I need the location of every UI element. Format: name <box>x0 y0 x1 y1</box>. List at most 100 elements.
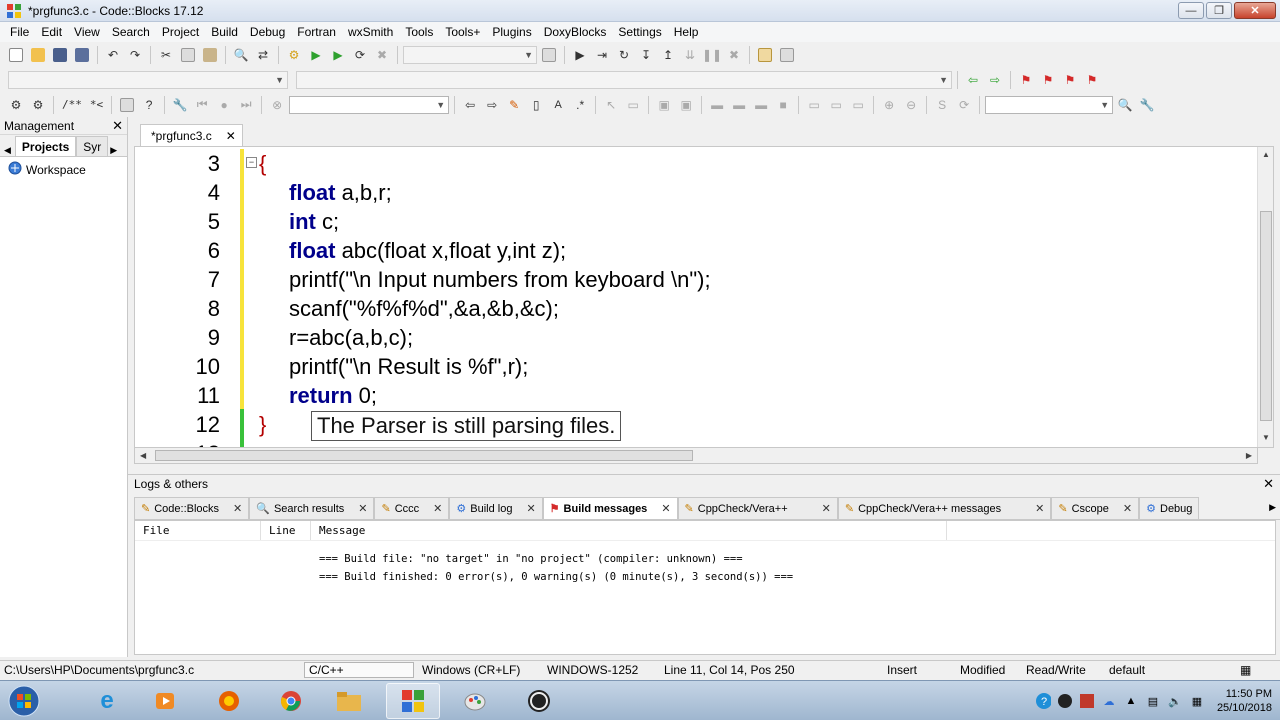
save-icon[interactable] <box>50 45 70 65</box>
symbol-search-combo[interactable]: ▼ <box>985 95 1114 114</box>
close-tab-icon[interactable]: ✕ <box>1035 502 1044 515</box>
management-close-icon[interactable]: ✕ <box>112 118 123 134</box>
volume-icon[interactable]: 🔈 <box>1167 693 1183 709</box>
tree-item-workspace[interactable]: Workspace <box>0 157 127 182</box>
line-comment-button[interactable]: *< <box>87 98 106 111</box>
menu-wxsmith[interactable]: wxSmith <box>342 22 399 42</box>
tab-cppcheck-messages[interactable]: ✎ CppCheck/Vera++ messages ✕ <box>837 497 1052 519</box>
start-button[interactable] <box>4 683 44 719</box>
clear-bookmarks-icon[interactable]: ⚑ <box>1082 70 1102 90</box>
next-line-icon[interactable]: ↻ <box>614 45 634 65</box>
scroll-left-icon[interactable]: ◀ <box>140 451 146 460</box>
tabs-right-arrow-icon[interactable]: ▶ <box>110 145 117 156</box>
tab-prgfunc3[interactable]: *prgfunc3.c ✕ <box>140 124 243 146</box>
fold-toggle-icon[interactable]: − <box>246 157 257 168</box>
replace-icon[interactable]: ⇄ <box>253 45 273 65</box>
chm-icon[interactable]: ? <box>139 95 159 115</box>
menu-plugins[interactable]: Plugins <box>486 22 537 42</box>
symbol-find-icon[interactable]: 🔍 <box>1115 95 1135 115</box>
paste-icon[interactable] <box>200 45 220 65</box>
zoom-in-icon[interactable]: ⊕ <box>879 95 899 115</box>
select-found-icon[interactable]: ▯ <box>526 95 546 115</box>
media-player-icon[interactable] <box>138 683 192 719</box>
block-comment-button[interactable]: /** <box>59 98 85 111</box>
widget-icon-3[interactable]: ▬ <box>707 95 727 115</box>
scroll-up-icon[interactable]: ▲ <box>1262 150 1270 159</box>
save-all-icon[interactable] <box>72 45 92 65</box>
menu-tools-plus[interactable]: Tools+ <box>439 22 486 42</box>
scope-combo[interactable]: ▼ <box>8 70 288 89</box>
close-tab-icon[interactable]: ✕ <box>233 502 242 515</box>
clear-search-icon[interactable]: ⊗ <box>267 95 287 115</box>
scroll-right-icon[interactable]: ▶ <box>1246 451 1252 460</box>
close-tab-icon[interactable]: ✕ <box>358 502 367 515</box>
widget-icon-1[interactable]: ▣ <box>654 95 674 115</box>
paint-icon[interactable] <box>448 683 502 719</box>
jump-forward-icon[interactable]: ⇨ <box>985 70 1005 90</box>
taskbar-clock[interactable]: 11:50 PM 25/10/2018 <box>1217 687 1272 715</box>
undo-icon[interactable]: ↶ <box>103 45 123 65</box>
highlight-icon[interactable]: ✎ <box>504 95 524 115</box>
widget-icon-4[interactable]: ▬ <box>729 95 749 115</box>
restore-button[interactable]: ❐ <box>1206 2 1232 19</box>
step-forward-icon[interactable]: ⏭ <box>236 95 256 115</box>
function-combo[interactable]: ▼ <box>296 70 952 89</box>
menu-help[interactable]: Help <box>668 22 705 42</box>
symbol-s-icon[interactable]: S <box>932 95 952 115</box>
various-info-icon[interactable] <box>777 45 797 65</box>
antivirus-icon[interactable] <box>1079 693 1095 709</box>
column-message[interactable]: Message <box>311 521 947 540</box>
file-explorer-icon[interactable] <box>322 683 376 719</box>
tab-build-log[interactable]: ⚙ Build log ✕ <box>449 497 543 519</box>
debug-windows-icon[interactable] <box>755 45 775 65</box>
close-tab-icon[interactable]: ✕ <box>1123 502 1132 515</box>
editor-horizontal-scrollbar[interactable]: ◀ ▶ <box>134 448 1258 464</box>
abort-icon[interactable]: ✖ <box>372 45 392 65</box>
build-target-combo[interactable]: ▼ <box>403 45 537 64</box>
open-file-icon[interactable] <box>28 45 48 65</box>
widget-icon-5[interactable]: ▬ <box>751 95 771 115</box>
extract-docs-icon[interactable]: ⚙ <box>28 95 48 115</box>
widget-icon-2[interactable]: ▣ <box>676 95 696 115</box>
menu-project[interactable]: Project <box>156 22 205 42</box>
menu-build[interactable]: Build <box>205 22 244 42</box>
menu-settings[interactable]: Settings <box>612 22 667 42</box>
close-tab-icon[interactable]: ✕ <box>661 502 670 515</box>
network-icon[interactable]: ▤ <box>1145 693 1161 709</box>
tab-search-results[interactable]: 🔍 Search results ✕ <box>249 497 375 519</box>
firefox-icon[interactable] <box>202 683 256 719</box>
close-tab-icon[interactable]: ✕ <box>433 502 442 515</box>
search-next-icon[interactable]: ⇨ <box>482 95 502 115</box>
tabs-scroll-right-icon[interactable]: ▶ <box>1269 502 1276 513</box>
pause-icon[interactable]: ❚❚ <box>702 45 722 65</box>
widget-icon-6[interactable]: ■ <box>773 95 793 115</box>
jump-back-icon[interactable]: ⇦ <box>963 70 983 90</box>
next-instruction-icon[interactable]: ⇊ <box>680 45 700 65</box>
incremental-search-input[interactable]: ▼ <box>289 95 450 114</box>
tray-expand-icon[interactable]: ▲ <box>1123 693 1139 709</box>
menu-tools[interactable]: Tools <box>399 22 439 42</box>
select-icon[interactable]: ↖ <box>601 95 621 115</box>
zoom-out-icon[interactable]: ⊖ <box>901 95 921 115</box>
stop-debug-icon[interactable]: ✖ <box>724 45 744 65</box>
search-prev-icon[interactable]: ⇦ <box>460 95 480 115</box>
widget-icon-8[interactable]: ▭ <box>826 95 846 115</box>
rebuild-icon[interactable]: ⟳ <box>350 45 370 65</box>
close-window-button[interactable]: ✕ <box>1234 2 1276 19</box>
static-box-icon[interactable]: ▭ <box>623 95 643 115</box>
scroll-down-icon[interactable]: ▼ <box>1262 433 1270 442</box>
list-item[interactable]: === Build finished: 0 error(s), 0 warnin… <box>319 571 793 583</box>
redo-icon[interactable]: ↷ <box>125 45 145 65</box>
column-line[interactable]: Line <box>261 521 311 540</box>
widget-icon-7[interactable]: ▭ <box>804 95 824 115</box>
refresh-icon[interactable]: ⟳ <box>954 95 974 115</box>
column-file[interactable]: File <box>135 521 261 540</box>
prev-bookmark-icon[interactable]: ⚑ <box>1038 70 1058 90</box>
html-icon[interactable] <box>117 95 137 115</box>
close-tab-icon[interactable]: ✕ <box>822 502 831 515</box>
close-tab-icon[interactable]: ✕ <box>526 502 535 515</box>
menu-fortran[interactable]: Fortran <box>291 22 342 42</box>
step-out-icon[interactable]: ↥ <box>658 45 678 65</box>
tab-build-messages[interactable]: ⚑ Build messages ✕ <box>542 497 678 519</box>
run-icon[interactable]: ▶ <box>306 45 326 65</box>
